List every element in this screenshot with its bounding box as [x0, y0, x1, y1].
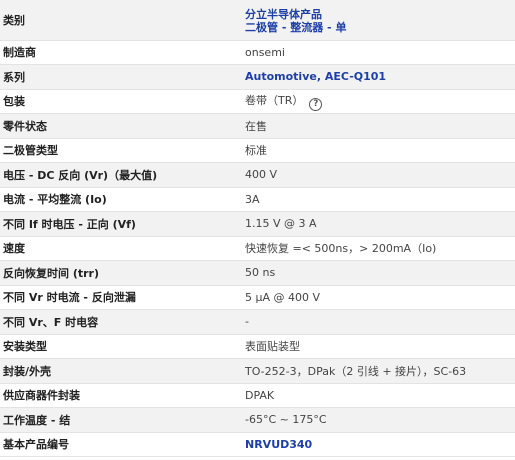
reverse-leakage-value: 5 µA @ 400 V — [237, 285, 515, 310]
series-cell: Automotive, AEC-Q101 — [237, 64, 515, 90]
table-row-series: 系列 Automotive, AEC-Q101 — [0, 64, 515, 90]
base-product-number-link[interactable]: NRVUD340 — [245, 438, 312, 451]
table-row-reverse-leakage: 不同 Vr 时电流 - 反向泄漏 5 µA @ 400 V — [0, 285, 515, 310]
mounting-type-value: 表面贴装型 — [237, 334, 515, 359]
row-label: 不同 Vr 时电流 - 反向泄漏 — [0, 285, 237, 310]
current-avg-rectified-value: 3A — [237, 187, 515, 212]
row-label: 安装类型 — [0, 334, 237, 359]
question-circle-icon[interactable]: ? — [309, 97, 323, 111]
table-row-packaging: 包装 卷带（TR）? — [0, 89, 515, 114]
row-label: 包装 — [0, 89, 237, 114]
row-label: 零件状态 — [0, 113, 237, 139]
row-label: 电流 - 平均整流 (Io) — [0, 187, 237, 212]
row-label: 反向恢复时间 (trr) — [0, 260, 237, 286]
row-label: 供应商器件封装 — [0, 383, 237, 408]
packaging-value: 卷带（TR） — [245, 93, 304, 107]
row-label: 速度 — [0, 236, 237, 261]
table-row-voltage-dc-reverse: 电压 - DC 反向 (Vr)（最大值) 400 V — [0, 162, 515, 188]
diode-type-value: 标准 — [237, 138, 515, 163]
table-row-package-case: 封装/外壳 TO-252-3，DPak（2 引线 + 接片），SC-63 — [0, 358, 515, 384]
row-label: 封装/外壳 — [0, 358, 237, 384]
reverse-recovery-time-value: 50 ns — [237, 260, 515, 286]
table-row-forward-voltage: 不同 If 时电压 - 正向 (Vf) 1.15 V @ 3 A — [0, 211, 515, 237]
operating-temp-value: -65°C ~ 175°C — [237, 407, 515, 433]
category-link-rectifiers[interactable]: 二极管 - 整流器 - 单 — [245, 21, 346, 34]
row-label: 不同 If 时电压 - 正向 (Vf) — [0, 211, 237, 237]
table-row-current-avg-rectified: 电流 - 平均整流 (Io) 3A — [0, 187, 515, 212]
table-row-operating-temp: 工作温度 - 结 -65°C ~ 175°C — [0, 407, 515, 433]
speed-value: 快速恢复 =< 500ns，> 200mA（Io) — [237, 236, 515, 261]
series-link[interactable]: Automotive, AEC-Q101 — [245, 70, 386, 83]
row-label: 不同 Vr、F 时电容 — [0, 309, 237, 335]
table-row-reverse-recovery-time: 反向恢复时间 (trr) 50 ns — [0, 260, 515, 286]
category-value: 分立半导体产品 二极管 - 整流器 - 单 — [237, 0, 515, 41]
manufacturer-value: onsemi — [237, 40, 515, 65]
base-product-number-cell: NRVUD340 — [237, 432, 515, 457]
product-attributes-table: 类别 分立半导体产品 二极管 - 整流器 - 单 制造商 onsemi 系列 A… — [0, 0, 515, 457]
row-label: 制造商 — [0, 40, 237, 65]
row-label: 二极管类型 — [0, 138, 237, 163]
category-link-discrete[interactable]: 分立半导体产品 — [245, 8, 322, 21]
packaging-cell: 卷带（TR）? — [237, 89, 515, 114]
package-case-value: TO-252-3，DPak（2 引线 + 接片），SC-63 — [237, 358, 515, 384]
forward-voltage-value: 1.15 V @ 3 A — [237, 211, 515, 237]
table-row-base-product-number: 基本产品编号 NRVUD340 — [0, 432, 515, 457]
table-row-mounting-type: 安装类型 表面贴装型 — [0, 334, 515, 359]
category-label: 类别 — [0, 0, 237, 41]
supplier-package-value: DPAK — [237, 383, 515, 408]
row-label: 基本产品编号 — [0, 432, 237, 457]
row-label: 系列 — [0, 64, 237, 90]
table-row-capacitance: 不同 Vr、F 时电容 - — [0, 309, 515, 335]
table-row-diode-type: 二极管类型 标准 — [0, 138, 515, 163]
capacitance-value: - — [237, 309, 515, 335]
voltage-dc-reverse-value: 400 V — [237, 162, 515, 188]
row-label: 电压 - DC 反向 (Vr)（最大值) — [0, 162, 237, 188]
table-row-speed: 速度 快速恢复 =< 500ns，> 200mA（Io) — [0, 236, 515, 261]
table-row-supplier-package: 供应商器件封装 DPAK — [0, 383, 515, 408]
table-row-part-status: 零件状态 在售 — [0, 113, 515, 139]
part-status-value: 在售 — [237, 113, 515, 139]
table-row-manufacturer: 制造商 onsemi — [0, 40, 515, 65]
row-label: 工作温度 - 结 — [0, 407, 237, 433]
category-row: 类别 分立半导体产品 二极管 - 整流器 - 单 — [0, 0, 515, 41]
